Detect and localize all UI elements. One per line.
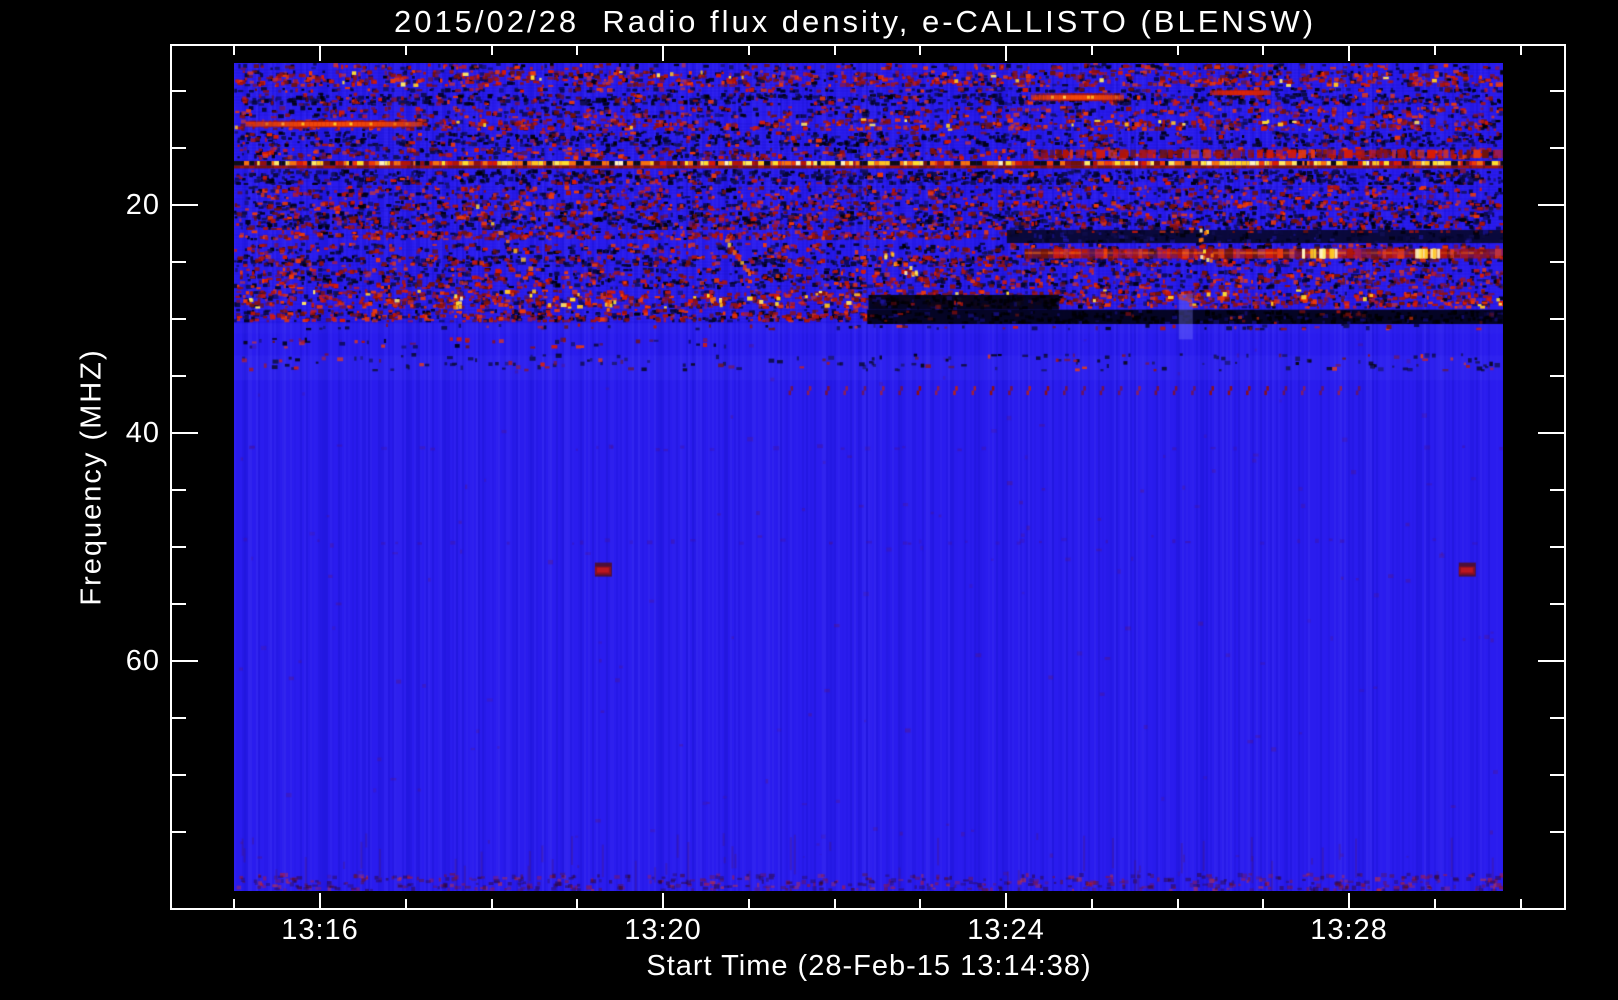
x-minor-tick-top bbox=[1262, 46, 1264, 55]
x-major-tick bbox=[662, 893, 664, 908]
y-minor-tick-right bbox=[1550, 261, 1564, 263]
x-minor-tick-top bbox=[834, 46, 836, 55]
x-minor-tick bbox=[1091, 899, 1093, 908]
y-minor-tick-right bbox=[1550, 774, 1564, 776]
x-major-tick bbox=[319, 893, 321, 908]
y-axis-title: Frequency (MHZ) bbox=[75, 348, 108, 606]
y-major-tick bbox=[172, 204, 198, 206]
y-tick-label: 40 bbox=[125, 417, 160, 449]
y-minor-tick bbox=[172, 261, 186, 263]
spectrogram-screenshot: { "window": {"width": 1618, "height": 10… bbox=[0, 0, 1618, 1000]
plot-frame bbox=[170, 44, 1566, 910]
x-major-tick-top bbox=[662, 46, 664, 61]
y-minor-tick-right bbox=[1550, 147, 1564, 149]
y-major-tick-right bbox=[1538, 204, 1564, 206]
x-minor-tick bbox=[405, 899, 407, 908]
x-minor-tick-top bbox=[1091, 46, 1093, 55]
x-minor-tick bbox=[576, 899, 578, 908]
x-minor-tick bbox=[919, 899, 921, 908]
y-tick-label: 20 bbox=[125, 189, 160, 221]
x-minor-tick bbox=[491, 899, 493, 908]
x-minor-tick-top bbox=[576, 46, 578, 55]
x-tick-label: 13:24 bbox=[967, 914, 1045, 946]
x-tick-label: 13:28 bbox=[1310, 914, 1388, 946]
y-minor-tick-right bbox=[1550, 603, 1564, 605]
y-minor-tick-right bbox=[1550, 717, 1564, 719]
y-minor-tick bbox=[172, 375, 186, 377]
y-minor-tick bbox=[172, 318, 186, 320]
x-minor-tick bbox=[233, 899, 235, 908]
x-minor-tick-top bbox=[1434, 46, 1436, 55]
x-minor-tick bbox=[748, 899, 750, 908]
x-axis-title: Start Time (28-Feb-15 13:14:38) bbox=[646, 950, 1092, 982]
y-major-tick-right bbox=[1538, 432, 1564, 434]
x-minor-tick-top bbox=[233, 46, 235, 55]
x-minor-tick-top bbox=[748, 46, 750, 55]
y-minor-tick-right bbox=[1550, 90, 1564, 92]
x-major-tick-top bbox=[1348, 46, 1350, 61]
y-minor-tick-right bbox=[1550, 831, 1564, 833]
x-major-tick-top bbox=[319, 46, 321, 61]
y-minor-tick bbox=[172, 603, 186, 605]
x-minor-tick bbox=[1177, 899, 1179, 908]
x-minor-tick-top bbox=[1520, 46, 1522, 55]
y-minor-tick-right bbox=[1550, 318, 1564, 320]
y-major-tick bbox=[172, 660, 198, 662]
x-tick-label: 13:16 bbox=[281, 914, 359, 946]
x-minor-tick bbox=[834, 899, 836, 908]
y-major-tick-right bbox=[1538, 660, 1564, 662]
y-minor-tick bbox=[172, 774, 186, 776]
y-minor-tick-right bbox=[1550, 375, 1564, 377]
x-major-tick bbox=[1348, 893, 1350, 908]
x-minor-tick-top bbox=[491, 46, 493, 55]
y-major-tick bbox=[172, 432, 198, 434]
y-minor-tick-right bbox=[1550, 546, 1564, 548]
y-minor-tick bbox=[172, 147, 186, 149]
y-minor-tick bbox=[172, 90, 186, 92]
x-minor-tick bbox=[1520, 899, 1522, 908]
y-tick-label: 60 bbox=[125, 645, 160, 677]
y-minor-tick bbox=[172, 717, 186, 719]
x-tick-label: 13:20 bbox=[624, 914, 702, 946]
y-minor-tick bbox=[172, 489, 186, 491]
chart-title: 2015/02/28 Radio flux density, e-CALLIST… bbox=[393, 4, 1317, 39]
x-minor-tick-top bbox=[1177, 46, 1179, 55]
y-minor-tick bbox=[172, 546, 186, 548]
x-minor-tick bbox=[1262, 899, 1264, 908]
y-minor-tick-right bbox=[1550, 489, 1564, 491]
x-major-tick-top bbox=[1005, 46, 1007, 61]
x-major-tick bbox=[1005, 893, 1007, 908]
x-minor-tick-top bbox=[405, 46, 407, 55]
x-minor-tick-top bbox=[919, 46, 921, 55]
y-minor-tick bbox=[172, 831, 186, 833]
x-minor-tick bbox=[1434, 899, 1436, 908]
